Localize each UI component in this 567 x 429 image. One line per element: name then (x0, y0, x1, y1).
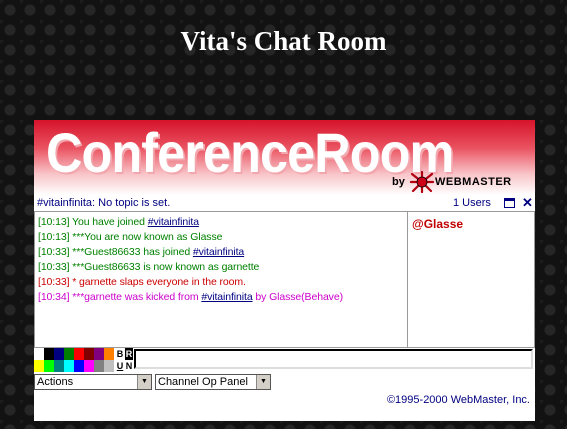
user-list[interactable]: @Glasse (408, 211, 535, 348)
message-text: [10:34] ***garnette was kicked from (38, 291, 202, 303)
channel-topic-bar: #vitainfinita: No topic is set. (37, 197, 171, 209)
message-text: [10:33] ***Guest86633 has joined (38, 246, 193, 258)
message-input[interactable] (134, 349, 533, 369)
color-swatch[interactable] (34, 348, 44, 360)
chat-message: [10:33] ***Guest86633 has joined #vitain… (38, 245, 407, 260)
channel-link[interactable]: #vitainfinita (148, 216, 199, 228)
normal-format-button[interactable]: N (125, 360, 133, 372)
page-title: Vita's Chat Room (180, 26, 387, 56)
channel-op-select-value: Channel Op Panel (158, 376, 248, 388)
color-swatch[interactable] (44, 348, 54, 360)
copyright-notice: ©1995-2000 WebMaster, Inc. (386, 394, 530, 406)
message-text: [10:33] * garnette slaps everyone in the… (38, 276, 246, 288)
chat-message: [10:13] You have joined #vitainfinita (38, 215, 407, 230)
color-swatch[interactable] (34, 360, 44, 372)
banner-vendor-name: WEBMASTER (435, 176, 512, 188)
webmaster-logo-icon (410, 171, 434, 193)
message-text: [10:13] ***You are now known as Glasse (38, 231, 223, 243)
chat-message: [10:33] ***Guest86633 is now known as ga… (38, 260, 407, 275)
close-icon[interactable]: ✕ (522, 195, 533, 211)
color-swatch[interactable] (74, 360, 84, 372)
color-swatch[interactable] (84, 348, 94, 360)
channel-link[interactable]: #vitainfinita (201, 291, 252, 303)
channel-link[interactable]: #vitainfinita (193, 246, 244, 258)
color-swatch[interactable] (94, 360, 104, 372)
chat-message: [10:34] ***garnette was kicked from #vit… (38, 290, 407, 305)
chat-log[interactable]: [10:13] You have joined #vitainfinita [10… (34, 211, 408, 348)
underline-format-button[interactable]: U (116, 360, 124, 372)
user-list-item[interactable]: @Glasse (412, 217, 534, 231)
chevron-down-icon[interactable]: ▼ (137, 375, 151, 389)
color-swatch[interactable] (74, 348, 84, 360)
users-count: 1 Users (453, 197, 491, 209)
color-swatch[interactable] (64, 360, 74, 372)
users-header: 1 Users ✕ (408, 195, 535, 211)
color-swatch[interactable] (54, 360, 64, 372)
color-swatch[interactable] (64, 348, 74, 360)
actions-select-value: Actions (37, 376, 74, 388)
reverse-format-button[interactable]: R (125, 348, 133, 360)
message-text: [10:13] You have joined (38, 216, 148, 228)
color-swatch[interactable] (84, 360, 94, 372)
conferenceroom-banner: ConferenceRoom by WEBMASTER (34, 120, 535, 195)
banner-by-label: by (392, 176, 405, 188)
chevron-down-icon[interactable]: ▼ (256, 375, 270, 389)
channel-op-select[interactable]: Channel Op Panel ▼ (155, 374, 271, 390)
color-swatch[interactable] (54, 348, 64, 360)
maximize-icon[interactable] (504, 198, 515, 208)
conference-room-applet: ConferenceRoom by WEBMASTER #vitainfinit… (34, 120, 535, 421)
bold-format-button[interactable]: B (116, 348, 124, 360)
color-swatch[interactable] (104, 348, 114, 360)
color-palette: B R U N (34, 348, 133, 372)
color-swatch[interactable] (94, 348, 104, 360)
color-swatch[interactable] (44, 360, 54, 372)
message-text: by Glasse(Behave) (252, 291, 343, 303)
message-text: [10:33] ***Guest86633 is now known as ga… (38, 261, 260, 273)
actions-select[interactable]: Actions ▼ (34, 374, 152, 390)
color-swatch[interactable] (104, 360, 114, 372)
chat-message: [10:13] ***You are now known as Glasse (38, 230, 407, 245)
chat-message: [10:33] * garnette slaps everyone in the… (38, 275, 407, 290)
